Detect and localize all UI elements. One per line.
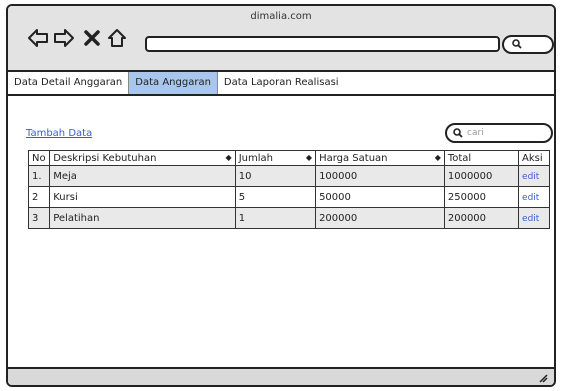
home-icon[interactable]: [105, 26, 129, 50]
sort-icon[interactable]: ◆: [306, 153, 312, 162]
cell-action: edit: [518, 186, 550, 208]
table-row: 1. Meja 10 100000 1000000 edit: [27, 165, 550, 187]
sort-icon[interactable]: ◆: [435, 153, 441, 162]
table-row: 2 Kursi 5 50000 250000 edit: [27, 186, 550, 208]
site-title: dimalia.com: [250, 11, 312, 22]
cell-quantity: 5: [234, 186, 317, 208]
search-icon: [453, 128, 463, 138]
column-header-jumlah[interactable]: Jumlah ◆: [234, 150, 317, 166]
search-input[interactable]: cari: [445, 123, 553, 143]
cell-action: edit: [518, 207, 550, 229]
resize-grip-icon[interactable]: [538, 373, 548, 383]
cell-description: Kursi: [49, 186, 236, 208]
sort-icon[interactable]: ◆: [226, 153, 232, 162]
cell-total: 200000: [443, 207, 520, 229]
edit-link[interactable]: edit: [522, 214, 539, 224]
column-header-harga-satuan[interactable]: Harga Satuan ◆: [315, 150, 445, 166]
browser-toolbar: dimalia.com: [8, 6, 554, 72]
tab-data-detail-anggaran[interactable]: Data Detail Anggaran: [8, 72, 130, 94]
tab-data-laporan-realisasi[interactable]: Data Laporan Realisasi: [218, 72, 345, 94]
forward-arrow-icon[interactable]: [52, 26, 76, 50]
cell-description: Pelatihan: [49, 207, 236, 229]
browser-window: dimalia.com Data Detail Anggaran Data An…: [6, 4, 556, 387]
browser-search-button[interactable]: [502, 35, 554, 54]
search-placeholder: cari: [467, 128, 484, 138]
column-header-deskripsi[interactable]: Deskripsi Kebutuhan ◆: [49, 150, 236, 166]
tab-data-anggaran[interactable]: Data Anggaran: [129, 72, 218, 94]
tab-bar: Data Detail Anggaran Data Anggaran Data …: [8, 72, 554, 96]
address-bar[interactable]: [145, 36, 500, 52]
cell-description: Meja: [49, 165, 236, 187]
cell-unit-price: 200000: [315, 207, 445, 229]
back-arrow-icon[interactable]: [26, 26, 50, 50]
edit-link[interactable]: edit: [522, 172, 539, 182]
edit-link[interactable]: edit: [522, 193, 539, 203]
column-header-total: Total: [443, 150, 520, 166]
cell-no: 1.: [27, 165, 51, 187]
cell-total: 250000: [443, 186, 520, 208]
cell-no: 2: [27, 186, 51, 208]
status-bar: [8, 367, 554, 385]
close-icon[interactable]: [80, 26, 104, 50]
add-data-link[interactable]: Tambah Data: [26, 128, 92, 139]
cell-quantity: 1: [234, 207, 317, 229]
cell-quantity: 10: [234, 165, 317, 187]
cell-action: edit: [518, 165, 550, 187]
table-header-row: No Deskripsi Kebutuhan ◆ Jumlah ◆ Harga Sa…: [27, 150, 550, 166]
cell-total: 1000000: [443, 165, 520, 187]
cell-no: 3: [27, 207, 51, 229]
column-header-no: No: [27, 150, 51, 166]
budget-table: No Deskripsi Kebutuhan ◆ Jumlah ◆ Harga Sa…: [27, 150, 550, 229]
column-header-aksi: Aksi: [518, 150, 550, 166]
cell-unit-price: 100000: [315, 165, 445, 187]
cell-unit-price: 50000: [315, 186, 445, 208]
table-row: 3 Pelatihan 1 200000 200000 edit: [27, 207, 550, 229]
search-icon: [512, 39, 522, 49]
